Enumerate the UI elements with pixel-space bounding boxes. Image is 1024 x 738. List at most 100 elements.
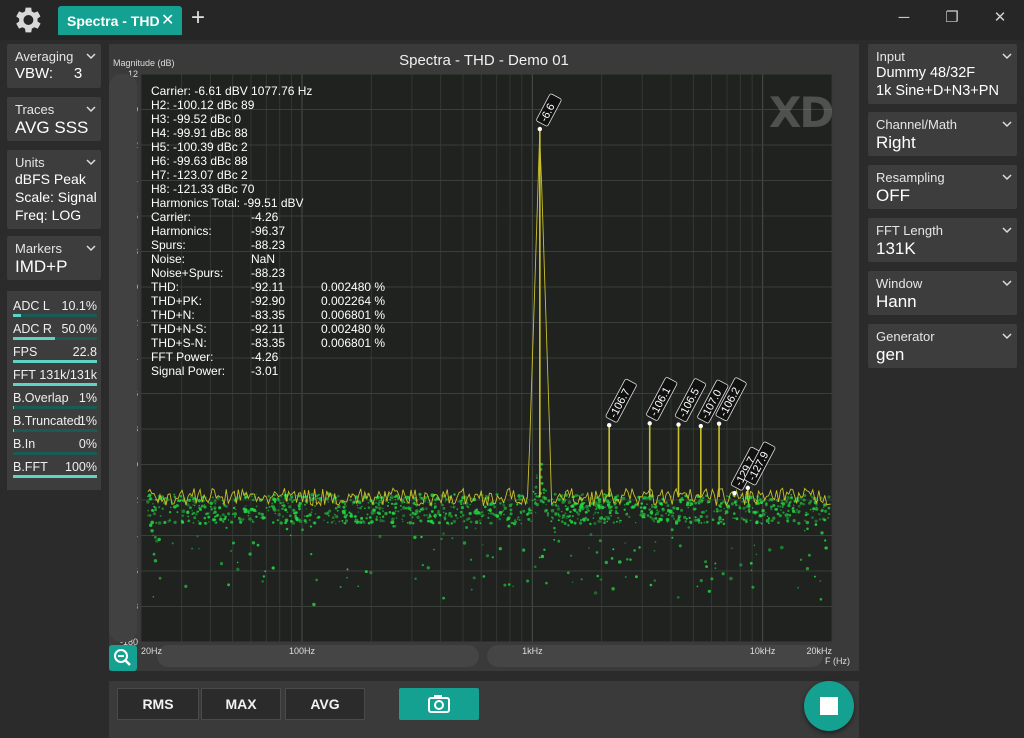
noise-point: [492, 513, 495, 516]
noise-point: [414, 503, 417, 506]
gear-icon[interactable]: [10, 3, 44, 37]
noise-point: [672, 517, 676, 520]
resampling-panel[interactable]: Resampling OFF: [868, 165, 1017, 209]
noise-point: [735, 517, 739, 521]
noise-point: [674, 521, 679, 525]
channel-math-panel[interactable]: Channel/Math Right: [868, 112, 1017, 156]
noise-point: [257, 512, 261, 515]
meter-label: B.Truncated: [13, 414, 81, 428]
noise-point: [550, 508, 555, 513]
noise-point: [410, 506, 412, 509]
noise-point: [412, 522, 415, 525]
markers-label: Markers: [15, 241, 62, 256]
noise-point: [650, 505, 655, 509]
noise-point: [597, 511, 600, 514]
noise-point: [588, 547, 590, 549]
noise-point: [603, 517, 606, 521]
noise-point: [196, 535, 199, 538]
noise-point: [295, 511, 298, 514]
max-button[interactable]: MAX: [201, 688, 281, 720]
noise-point: [814, 507, 819, 511]
meter-label: FFT: [13, 368, 36, 382]
noise-point: [786, 519, 790, 523]
screenshot-button[interactable]: [399, 688, 479, 720]
chevron-down-icon: [1002, 53, 1012, 60]
zoom-button[interactable]: [109, 645, 137, 671]
noise-point: [570, 554, 573, 557]
add-tab-button[interactable]: +: [191, 5, 205, 31]
noise-point: [707, 499, 711, 504]
noise-point: [661, 518, 664, 521]
noise-point: [485, 554, 490, 558]
input-panel[interactable]: Input Dummy 48/32F 1k Sine+D+N3+PN: [868, 44, 1017, 104]
noise-point: [421, 563, 424, 567]
noise-point: [593, 522, 597, 525]
noise-point: [415, 511, 419, 515]
noise-point: [581, 508, 584, 511]
noise-point: [262, 575, 266, 578]
noise-point: [510, 503, 513, 506]
avg-button[interactable]: AVG: [285, 688, 365, 720]
noise-point: [252, 508, 257, 513]
traces-panel[interactable]: Traces AVG SSS: [7, 97, 101, 141]
noise-point: [509, 508, 513, 512]
noise-point: [271, 502, 274, 505]
noise-point: [487, 516, 490, 519]
noise-point: [726, 495, 728, 497]
noise-point: [576, 517, 579, 520]
noise-point: [694, 501, 698, 505]
noise-point: [252, 521, 255, 524]
noise-point: [654, 540, 657, 543]
rms-button[interactable]: RMS: [117, 688, 199, 720]
noise-point: [787, 509, 790, 512]
noise-point: [246, 509, 250, 513]
bottom-toolbar: RMS MAX AVG: [109, 681, 859, 738]
noise-point: [624, 576, 627, 578]
restore-button[interactable]: ❐: [934, 6, 970, 30]
tab-spectra-thd[interactable]: Spectra - THD ✕: [58, 6, 182, 35]
noise-point: [651, 512, 653, 515]
noise-point: [495, 514, 500, 518]
noise-point: [584, 511, 588, 514]
noise-point: [518, 497, 522, 501]
window-label: Window: [876, 276, 923, 291]
noise-point: [354, 515, 357, 518]
noise-point: [248, 517, 252, 521]
noise-point: [569, 510, 572, 514]
noise-point: [389, 495, 394, 499]
averaging-panel[interactable]: Averaging VBW: 3: [7, 44, 101, 88]
noise-point: [493, 503, 495, 506]
close-window-button[interactable]: ✕: [982, 6, 1018, 30]
noise-point: [624, 542, 626, 544]
noise-point: [688, 516, 691, 519]
noise-point: [797, 504, 801, 508]
noise-point: [279, 501, 282, 505]
generator-panel[interactable]: Generator gen: [868, 324, 1017, 368]
close-tab-icon[interactable]: ✕: [161, 10, 174, 30]
noise-point: [697, 521, 701, 524]
window-panel[interactable]: Window Hann: [868, 271, 1017, 315]
noise-point: [545, 489, 548, 492]
units-panel[interactable]: Units dBFS Peak Scale: Signal Freq: LOG: [7, 150, 101, 229]
noise-point: [601, 517, 603, 520]
noise-point: [487, 509, 490, 512]
minimize-button[interactable]: ─: [886, 6, 922, 30]
stats-harmonic: H3: -99.52 dBc 0: [151, 112, 242, 126]
fft-length-panel[interactable]: FFT Length 131K: [868, 218, 1017, 262]
meter-label: B.Overlap: [13, 391, 69, 405]
noise-point: [293, 512, 296, 515]
markers-panel[interactable]: Markers IMD+P: [7, 236, 101, 280]
stats-row-name: THD+N:: [151, 308, 195, 322]
chevron-down-icon: [1002, 174, 1012, 181]
noise-point: [289, 534, 292, 537]
averaging-value: VBW: 3: [15, 65, 83, 82]
noise-point: [566, 515, 568, 517]
noise-point: [433, 505, 437, 509]
noise-point: [610, 557, 614, 560]
noise-point: [391, 517, 395, 521]
meter-row: B.Truncated 1%: [13, 414, 97, 434]
noise-point: [616, 520, 618, 523]
stop-button[interactable]: [804, 681, 854, 731]
noise-point: [315, 494, 319, 498]
noise-point: [665, 502, 667, 504]
